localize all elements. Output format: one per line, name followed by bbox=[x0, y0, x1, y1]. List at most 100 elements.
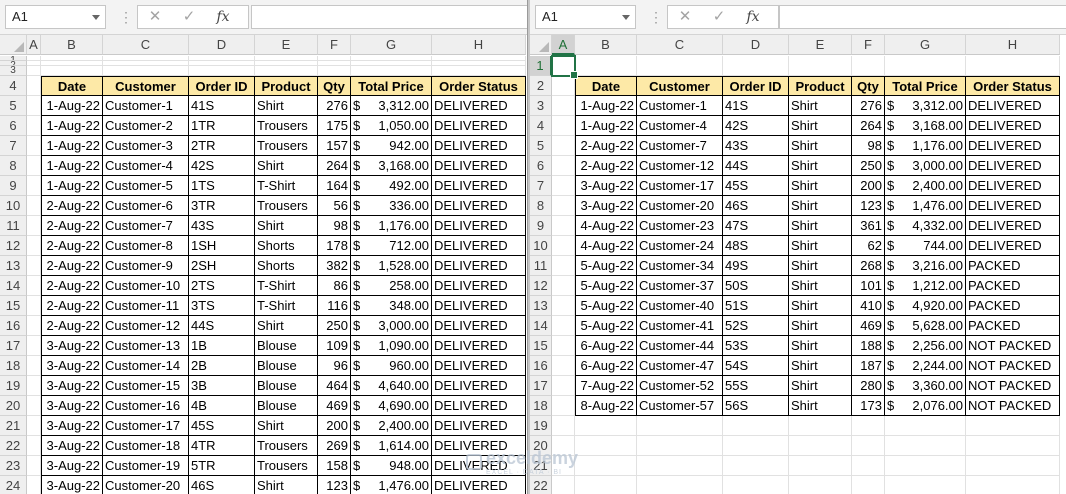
cell-total-price[interactable]: $1,050.00 bbox=[351, 116, 432, 136]
cell-product[interactable]: T-Shirt bbox=[255, 296, 318, 316]
cell-total-price[interactable]: $4,690.00 bbox=[351, 396, 432, 416]
cell-order-status[interactable]: DELIVERED bbox=[966, 216, 1060, 236]
cell[interactable] bbox=[27, 436, 41, 456]
cell-qty[interactable]: 158 bbox=[318, 456, 351, 476]
cancel-icon[interactable]: ✕ bbox=[138, 6, 172, 28]
cell-customer[interactable]: Customer-41 bbox=[637, 316, 723, 336]
select-all-corner[interactable] bbox=[0, 35, 27, 55]
cell-order-status[interactable]: NOT PACKED bbox=[966, 336, 1060, 356]
cell-customer[interactable]: Customer-7 bbox=[103, 216, 189, 236]
cell-order-id[interactable]: 4TR bbox=[189, 436, 255, 456]
cell[interactable] bbox=[852, 56, 885, 76]
cell-order-id[interactable]: 4B bbox=[189, 396, 255, 416]
header-customer[interactable]: Customer bbox=[637, 76, 723, 96]
row-header[interactable]: 10 bbox=[530, 236, 552, 256]
cell-order-status[interactable]: DELIVERED bbox=[966, 196, 1060, 216]
cell-date[interactable]: 1-Aug-22 bbox=[41, 96, 103, 116]
cell-order-status[interactable]: DELIVERED bbox=[432, 236, 526, 256]
cell-product[interactable]: Shirt bbox=[789, 376, 852, 396]
header-product[interactable]: Product bbox=[789, 76, 852, 96]
cell[interactable] bbox=[552, 436, 575, 456]
cell-product[interactable]: Shirt bbox=[789, 296, 852, 316]
cell[interactable] bbox=[27, 376, 41, 396]
row-header[interactable]: 20 bbox=[530, 436, 552, 456]
cell-product[interactable]: Shirt bbox=[789, 156, 852, 176]
row-header[interactable]: 22 bbox=[0, 436, 27, 456]
cell-customer[interactable]: Customer-37 bbox=[637, 276, 723, 296]
row-header[interactable]: 5 bbox=[0, 96, 27, 116]
cell-order-id[interactable]: 1TR bbox=[189, 116, 255, 136]
cell[interactable] bbox=[789, 436, 852, 456]
row-header[interactable]: 16 bbox=[530, 356, 552, 376]
row-header[interactable]: 7 bbox=[530, 176, 552, 196]
cell-product[interactable]: Shirt bbox=[789, 176, 852, 196]
cell[interactable] bbox=[552, 176, 575, 196]
cell[interactable] bbox=[27, 76, 41, 96]
cell-qty[interactable]: 361 bbox=[852, 216, 885, 236]
cell-qty[interactable]: 56 bbox=[318, 196, 351, 216]
cell-customer[interactable]: Customer-4 bbox=[637, 116, 723, 136]
cell-total-price[interactable]: $2,076.00 bbox=[885, 396, 966, 416]
header-customer[interactable]: Customer bbox=[103, 76, 189, 96]
cell-customer[interactable]: Customer-20 bbox=[103, 476, 189, 494]
cell-product[interactable]: Shirt bbox=[789, 256, 852, 276]
cell-order-id[interactable]: 46S bbox=[723, 196, 789, 216]
cell-total-price[interactable]: $258.00 bbox=[351, 276, 432, 296]
cell-customer[interactable]: Customer-5 bbox=[103, 176, 189, 196]
row-header[interactable]: 3 bbox=[530, 96, 552, 116]
cell-customer[interactable]: Customer-10 bbox=[103, 276, 189, 296]
cell[interactable] bbox=[966, 456, 1060, 476]
cell-total-price[interactable]: $3,168.00 bbox=[885, 116, 966, 136]
insert-function-icon[interactable]: fx bbox=[206, 6, 240, 28]
cell-order-status[interactable]: DELIVERED bbox=[432, 336, 526, 356]
cell-qty[interactable]: 98 bbox=[852, 136, 885, 156]
cell-total-price[interactable]: $3,360.00 bbox=[885, 376, 966, 396]
row-header[interactable]: 11 bbox=[530, 256, 552, 276]
cell-date[interactable]: 2-Aug-22 bbox=[41, 216, 103, 236]
row-header[interactable]: 17 bbox=[530, 376, 552, 396]
cell-product[interactable]: Trousers bbox=[255, 136, 318, 156]
cell[interactable] bbox=[552, 116, 575, 136]
cell-order-id[interactable]: 44S bbox=[189, 316, 255, 336]
cell-order-status[interactable]: DELIVERED bbox=[966, 116, 1060, 136]
row-header[interactable]: 4 bbox=[0, 76, 27, 96]
row-header[interactable]: 7 bbox=[0, 136, 27, 156]
cell-product[interactable]: Trousers bbox=[255, 436, 318, 456]
row-header[interactable]: 23 bbox=[0, 456, 27, 476]
cell-date[interactable]: 6-Aug-22 bbox=[575, 336, 637, 356]
cell[interactable] bbox=[552, 256, 575, 276]
cell-customer[interactable]: Customer-7 bbox=[637, 136, 723, 156]
cell-total-price[interactable]: $5,628.00 bbox=[885, 316, 966, 336]
cell-order-id[interactable]: 1TS bbox=[189, 176, 255, 196]
cell-qty[interactable]: 250 bbox=[318, 316, 351, 336]
cell-total-price[interactable]: $1,090.00 bbox=[351, 336, 432, 356]
cell[interactable] bbox=[255, 66, 318, 76]
cell[interactable] bbox=[637, 456, 723, 476]
cell-customer[interactable]: Customer-9 bbox=[103, 256, 189, 276]
cell[interactable] bbox=[575, 436, 637, 456]
cell-date[interactable]: 2-Aug-22 bbox=[575, 156, 637, 176]
cell-qty[interactable]: 101 bbox=[852, 276, 885, 296]
cell[interactable] bbox=[552, 456, 575, 476]
cell[interactable] bbox=[27, 396, 41, 416]
header-order-id[interactable]: Order ID bbox=[189, 76, 255, 96]
cell-qty[interactable]: 157 bbox=[318, 136, 351, 156]
cell[interactable] bbox=[966, 416, 1060, 436]
cell-qty[interactable]: 200 bbox=[852, 176, 885, 196]
cell-qty[interactable]: 200 bbox=[318, 416, 351, 436]
cell-qty[interactable]: 96 bbox=[318, 356, 351, 376]
cell-qty[interactable]: 276 bbox=[852, 96, 885, 116]
cell-date[interactable]: 5-Aug-22 bbox=[575, 256, 637, 276]
cell-product[interactable]: Blouse bbox=[255, 376, 318, 396]
cell-product[interactable]: Shirt bbox=[255, 96, 318, 116]
cell-date[interactable]: 1-Aug-22 bbox=[575, 96, 637, 116]
cell-total-price[interactable]: $4,920.00 bbox=[885, 296, 966, 316]
cell-product[interactable]: Shirt bbox=[789, 316, 852, 336]
row-header[interactable]: 21 bbox=[530, 456, 552, 476]
cell-order-status[interactable]: PACKED bbox=[966, 296, 1060, 316]
column-header-d[interactable]: D bbox=[723, 35, 789, 55]
cell-order-status[interactable]: DELIVERED bbox=[966, 96, 1060, 116]
cell-order-id[interactable]: 56S bbox=[723, 396, 789, 416]
row-header[interactable]: 22 bbox=[530, 476, 552, 494]
cell[interactable] bbox=[27, 456, 41, 476]
